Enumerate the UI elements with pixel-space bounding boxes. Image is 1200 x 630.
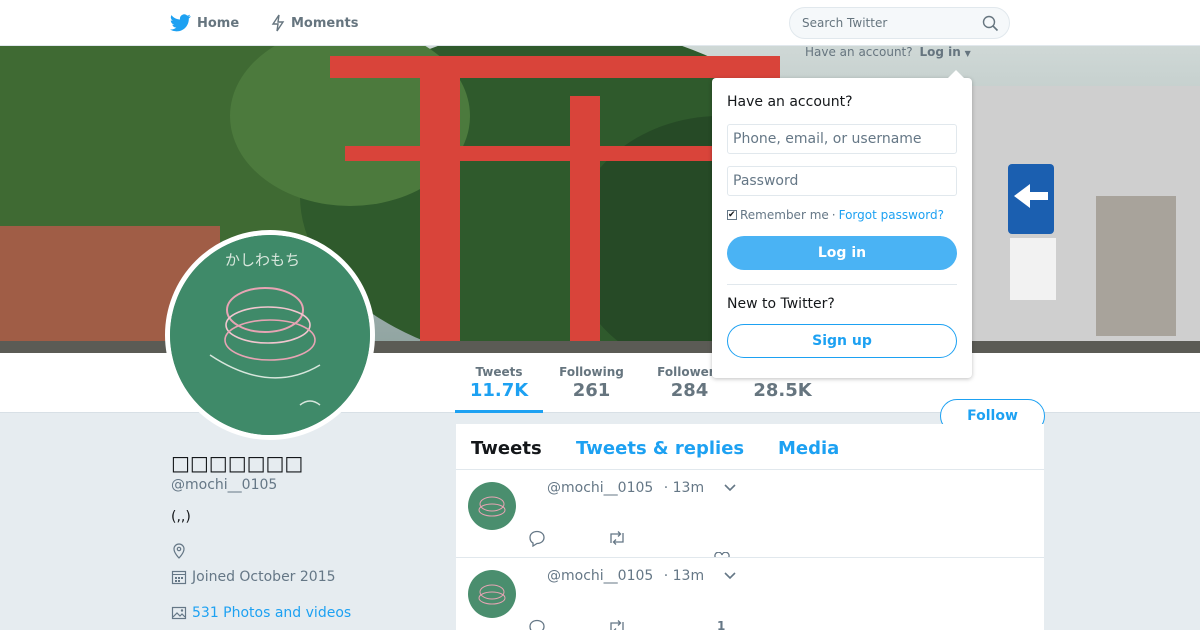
tab-media[interactable]: Media [778,438,839,459]
stat-following[interactable]: Following 261 [553,365,630,401]
image-icon [171,606,187,620]
stat-tweets[interactable]: Tweets 11.7K [455,365,543,413]
retweet-icon[interactable] [607,530,627,546]
signup-button[interactable]: Sign up [727,324,957,358]
caret-down-icon[interactable]: ▼ [965,49,971,58]
password-placeholder: Password [733,173,799,189]
tweet-avatar[interactable] [468,570,516,618]
search-icon[interactable] [982,15,999,32]
lightning-icon [271,14,285,32]
chevron-down-icon[interactable] [723,483,737,493]
tab-tweets-replies[interactable]: Tweets & replies [576,438,744,459]
timeline-tabs: Tweets Tweets & replies Media [456,424,1044,470]
divider [727,284,957,285]
avatar[interactable]: かしわもち [165,230,375,440]
avatar-text: かしわもち [225,251,300,269]
nav-moments[interactable]: Moments [271,0,358,46]
joined-date: Joined October 2015 [192,569,336,585]
separator-dot: · [831,208,836,222]
tweet-avatar-image [478,496,506,517]
joined-row: Joined October 2015 [171,569,336,585]
search-placeholder: Search Twitter [802,16,888,30]
timeline: Tweets Tweets & replies Media @mochi__01… [456,424,1044,630]
tweet-item[interactable]: @mochi__0105 · 13m 1 [456,558,1044,630]
nav-home[interactable]: Home [170,0,239,46]
nav-moments-label: Moments [291,15,359,31]
username-placeholder: Phone, email, or username [733,131,922,147]
new-to-twitter-heading: New to Twitter? [727,296,835,312]
stat-tweets-value: 11.7K [469,380,529,401]
location-pin-icon [173,543,185,559]
login-link[interactable]: Log in [919,45,960,59]
username-field[interactable]: Phone, email, or username [727,124,957,154]
tweet-handle[interactable]: @mochi__0105 [547,480,653,496]
remember-me-label[interactable]: Remember me [740,208,829,222]
have-account-text: Have an account? [805,45,913,59]
photos-row[interactable]: 531 Photos and videos [171,605,351,621]
location-row [171,543,187,563]
nav-home-label: Home [197,15,240,31]
remember-row: ✔ Remember me · Forgot password? [727,208,944,222]
avatar-chalkboard-drawing: かしわもち [170,235,370,435]
profile-bio: (,,) [171,509,191,525]
retweet-icon[interactable] [607,619,627,630]
profile-display-name[interactable]: □□□□□□□ [171,451,303,475]
tweet-time[interactable]: · 13m [664,568,704,584]
login-dropdown: Have an account? Phone, email, or userna… [712,70,972,378]
tweet-meta: @mochi__0105 · 13m [547,480,704,496]
tweet-avatar[interactable] [468,482,516,530]
stat-followers-value: 284 [670,380,709,401]
remember-me-checkbox[interactable]: ✔ [727,210,737,220]
login-button[interactable]: Log in [727,236,957,270]
tweet-item[interactable]: @mochi__0105 · 13m 2 [456,470,1044,558]
search-input[interactable]: Search Twitter [789,7,1010,39]
forgot-password-link[interactable]: Forgot password? [839,208,944,222]
stat-tweets-label: Tweets [475,365,523,379]
password-field[interactable]: Password [727,166,957,196]
stat-following-label: Following [559,365,624,379]
login-heading: Have an account? [727,94,853,110]
profile-handle[interactable]: @mochi__0105 [171,477,277,493]
tweet-time[interactable]: · 13m [664,480,704,496]
tweet-meta: @mochi__0105 · 13m [547,568,704,584]
stat-likes-value: 28.5K [753,380,812,401]
tweet-like-count: 1 [717,619,726,630]
photos-videos-link[interactable]: 531 Photos and videos [192,605,351,621]
tab-tweets[interactable]: Tweets [471,438,542,459]
tweet-avatar-image [478,584,506,605]
top-navigation-bar: Home Moments Search Twitter [0,0,1200,46]
calendar-icon [171,570,187,585]
tweet-handle[interactable]: @mochi__0105 [547,568,653,584]
chevron-down-icon[interactable] [723,571,737,581]
stat-following-value: 261 [572,380,611,401]
reply-icon[interactable] [528,530,546,547]
twitter-bird-icon [170,14,191,32]
have-account-prompt: Have an account? Log in ▼ [805,45,971,59]
reply-icon[interactable] [528,619,546,630]
